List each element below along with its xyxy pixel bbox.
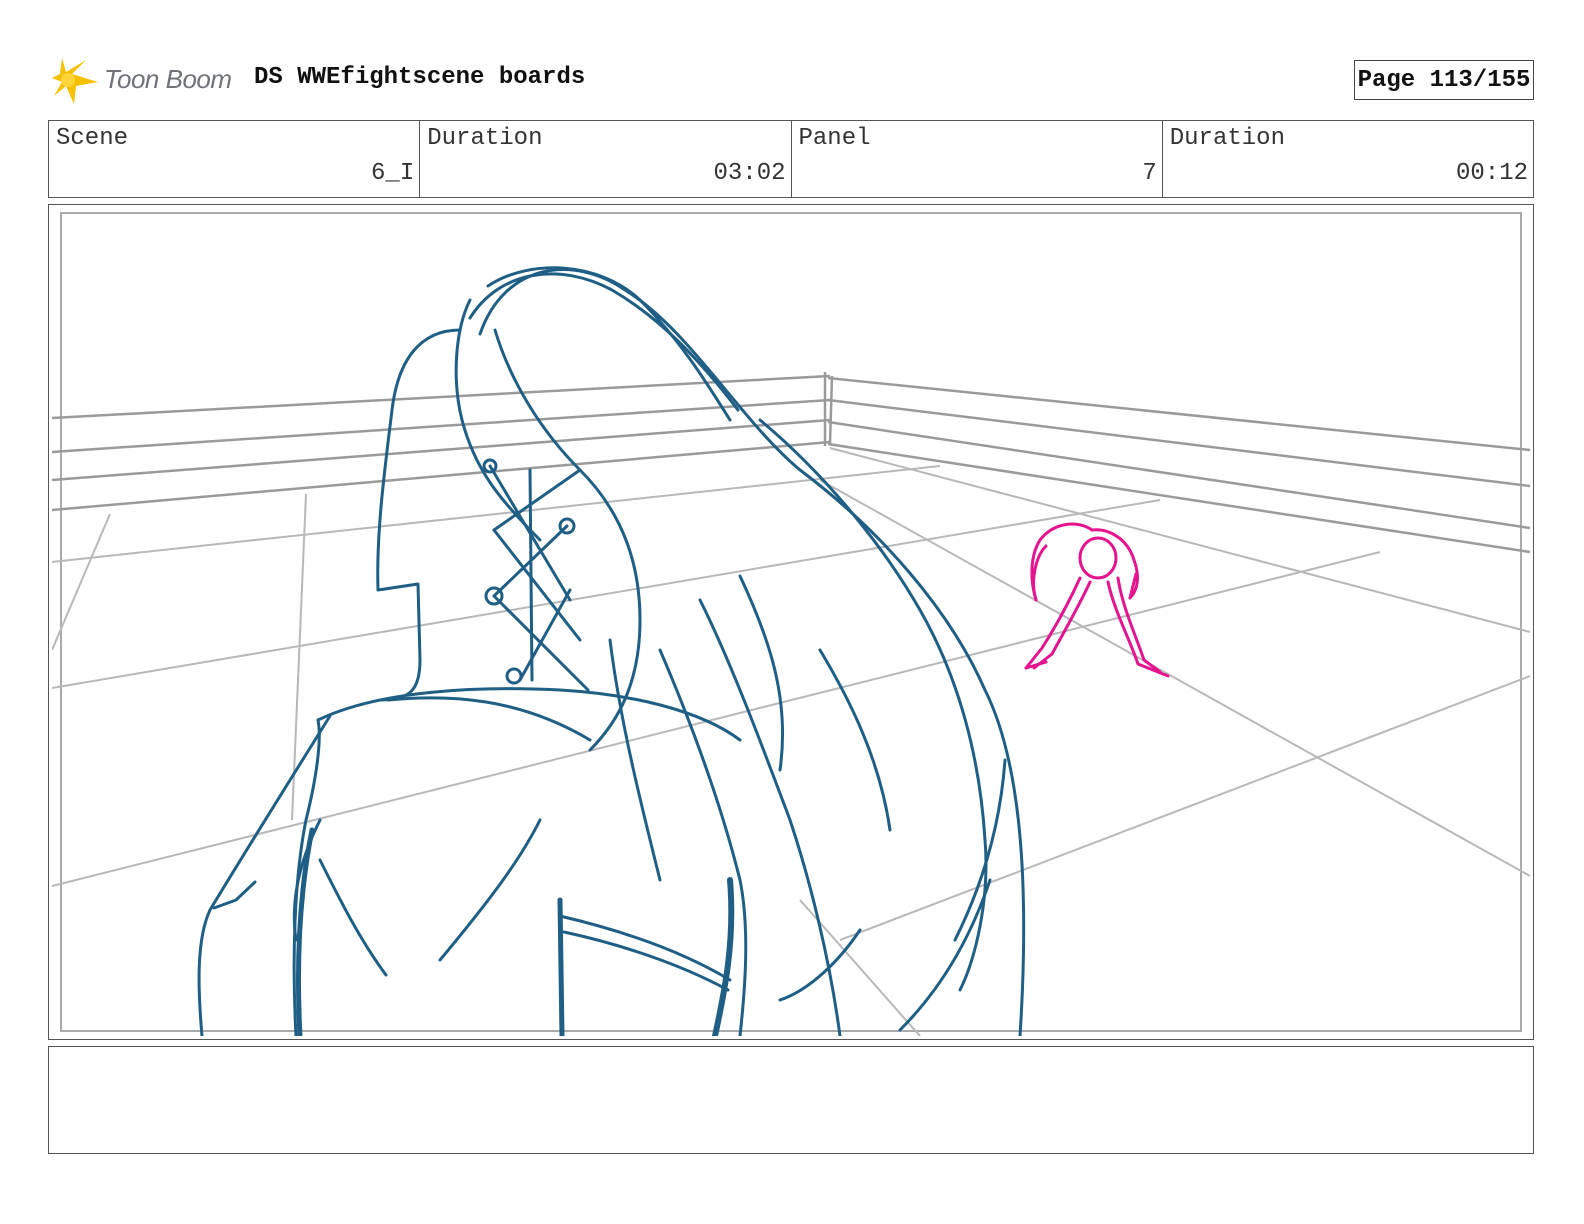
scene-duration-value: 03:02 [713, 160, 786, 187]
panel-cell: Panel 7 [792, 121, 1163, 197]
page-header: Toon Boom DS WWEfightscene boards [52, 56, 1532, 106]
panel-info-bar: Scene 6_I Duration 03:02 Panel 7 Duratio… [48, 120, 1534, 198]
panel-value: 7 [1142, 160, 1157, 187]
logo-text: Toon Boom [104, 64, 232, 94]
panel-notes-box [48, 1046, 1534, 1154]
panel-duration-label: Duration [1169, 125, 1285, 152]
wrestler-back-view [197, 266, 1026, 1036]
panel-duration-value: 00:12 [1455, 160, 1528, 187]
toon-boom-logo: Toon Boom [52, 56, 242, 106]
opponent-figure [1024, 522, 1170, 678]
scene-cell: Scene 6_I [49, 121, 421, 197]
project-title: DS WWEfightscene boards [254, 64, 586, 91]
scene-duration-label: Duration [427, 125, 543, 152]
scene-value: 6_I [371, 160, 415, 187]
burst-star-icon [52, 58, 98, 104]
storyboard-drawing [52, 266, 1531, 1036]
scene-duration-cell: Duration 03:02 [420, 121, 792, 197]
panel-duration-cell: Duration 00:12 [1163, 121, 1533, 197]
ring-mat-grid [52, 447, 1531, 1036]
scene-label: Scene [56, 125, 129, 152]
page-indicator: Page 113/155 [1354, 60, 1534, 100]
panel-label: Panel [798, 125, 871, 152]
